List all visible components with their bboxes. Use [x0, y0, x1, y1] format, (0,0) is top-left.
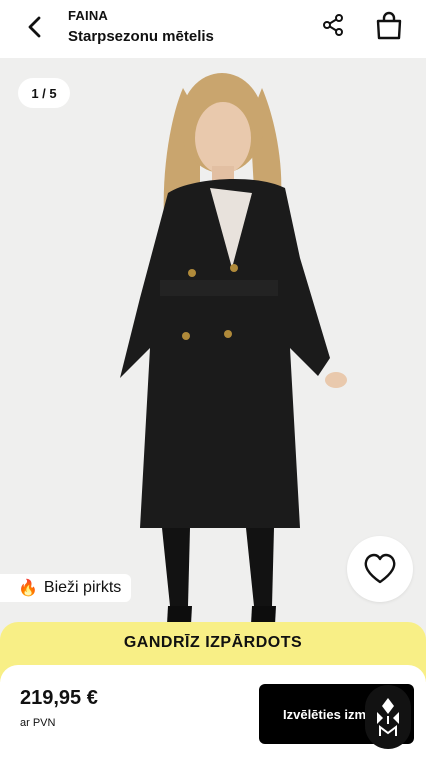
app-header: FAINA Starpsezonu mētelis [0, 0, 426, 58]
product-title: Starpsezonu mētelis [68, 28, 214, 45]
chevron-left-icon [28, 16, 41, 38]
heart-icon [364, 553, 396, 584]
image-counter: 1 / 5 [18, 78, 70, 108]
shopping-bag-icon [376, 11, 402, 40]
wishlist-button[interactable] [347, 536, 413, 602]
frequently-bought-badge: 🔥 Bieži pirkts [0, 574, 132, 602]
fire-icon: 🔥 [18, 580, 38, 597]
share-button[interactable] [318, 10, 348, 40]
back-button[interactable] [18, 10, 52, 44]
header-titles: FAINA Starpsezonu mētelis [68, 8, 214, 45]
share-icon [323, 14, 343, 36]
price: 219,95 € [20, 687, 98, 709]
badge-label: Bieži pirkts [43, 579, 122, 596]
product-image-gallery[interactable]: 1 / 5 🔥 Bieži pirkts [0, 58, 426, 643]
purchase-bar: 219,95 € ar PVN Izvēlēties izmēru [0, 665, 426, 768]
cart-button[interactable] [372, 8, 406, 42]
brand-name: FAINA [68, 8, 108, 23]
assistant-widget[interactable] [365, 685, 411, 749]
assistant-logo-icon [377, 698, 399, 736]
vat-note: ar PVN [20, 717, 56, 729]
